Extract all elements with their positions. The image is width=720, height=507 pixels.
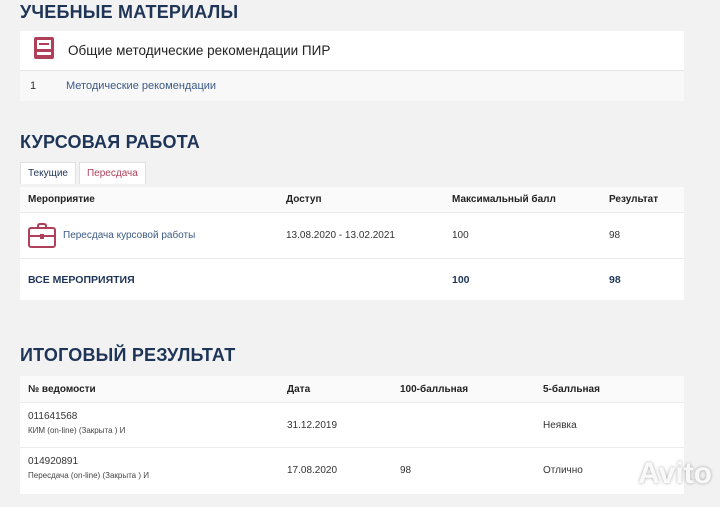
event-link[interactable]: Пересдача курсовой работы (63, 230, 195, 241)
result-score: 98 (609, 230, 621, 241)
record-number: 011641568 (28, 411, 78, 422)
max-score: 100 (452, 230, 469, 241)
briefcase-icon (28, 223, 56, 252)
record-score5: Отлично (543, 464, 583, 476)
materials-header[interactable]: Общие методические рекомендации ПИР (20, 31, 684, 71)
col-max: Максимальный балл (452, 194, 556, 205)
material-link[interactable]: Методические рекомендации (66, 80, 216, 92)
record-desc: Пересдача (on-line) (Закрыта ) И (28, 471, 149, 480)
avito-watermark: Avito (598, 453, 712, 495)
item-number: 1 (30, 80, 37, 92)
record-number: 014920891 (28, 456, 79, 467)
avito-logo-icon (598, 453, 634, 495)
record-desc: КИМ (on-line) (Закрыта ) И (28, 426, 126, 435)
materials-card: Общие методические рекомендации ПИР 1 Ме… (20, 31, 684, 101)
final-table: № ведомости Дата 100-балльная 5-балльная… (20, 376, 684, 494)
tab-current[interactable]: Текущие (20, 162, 76, 184)
record-info: 011641568 КИМ (on-line) (Закрыта ) И (28, 410, 125, 438)
col-number: № ведомости (28, 383, 96, 395)
total-label: ВСЕ МЕРОПРИЯТИЯ (28, 273, 135, 286)
col-score5: 5-балльная (543, 383, 600, 395)
watermark-text: Avito (638, 457, 712, 490)
course-title: КУРСОВАЯ РАБОТА (20, 132, 201, 152)
materials-title: УЧЕБНЫЕ МАТЕРИАЛЫ (20, 2, 239, 22)
col-event: Мероприятие (28, 194, 95, 205)
record-score100: 98 (400, 464, 412, 476)
final-title: ИТОГОВЫЙ РЕЗУЛЬТАТ (20, 345, 236, 365)
course-table: Мероприятие Доступ Максимальный балл Рез… (20, 187, 684, 300)
list-item: 1 Методические рекомендации (20, 71, 684, 101)
total-result: 98 (609, 273, 621, 286)
total-row: ВСЕ МЕРОПРИЯТИЯ 100 98 (20, 259, 684, 300)
record-score5: Неявка (543, 419, 577, 431)
table-row: Пересдача курсовой работы 13.08.2020 - 1… (20, 213, 684, 259)
materials-card-title: Общие методические рекомендации ПИР (68, 43, 331, 58)
table-header: Мероприятие Доступ Максимальный балл Рез… (20, 187, 684, 213)
total-max: 100 (452, 273, 470, 286)
tab-retake[interactable]: Пересдача (78, 162, 146, 184)
col-access: Доступ (286, 194, 322, 205)
course-tabs: Текущие Пересдача (20, 162, 149, 184)
book-icon (32, 36, 56, 65)
table-row: 011641568 КИМ (on-line) (Закрыта ) И 31.… (20, 402, 684, 447)
record-date: 17.08.2020 (287, 464, 338, 476)
page: УЧЕБНЫЕ МАТЕРИАЛЫ Общие методические рек… (0, 0, 720, 507)
col-score100: 100-балльная (400, 383, 469, 395)
table-row: 014920891 Пересдача (on-line) (Закрыта )… (20, 447, 684, 492)
record-info: 014920891 Пересдача (on-line) (Закрыта )… (28, 455, 149, 483)
col-date: Дата (287, 383, 311, 395)
col-result: Результат (609, 194, 659, 205)
record-date: 31.12.2019 (287, 419, 338, 431)
table-header: № ведомости Дата 100-балльная 5-балльная (20, 376, 684, 402)
access-period: 13.08.2020 - 13.02.2021 (286, 230, 395, 241)
